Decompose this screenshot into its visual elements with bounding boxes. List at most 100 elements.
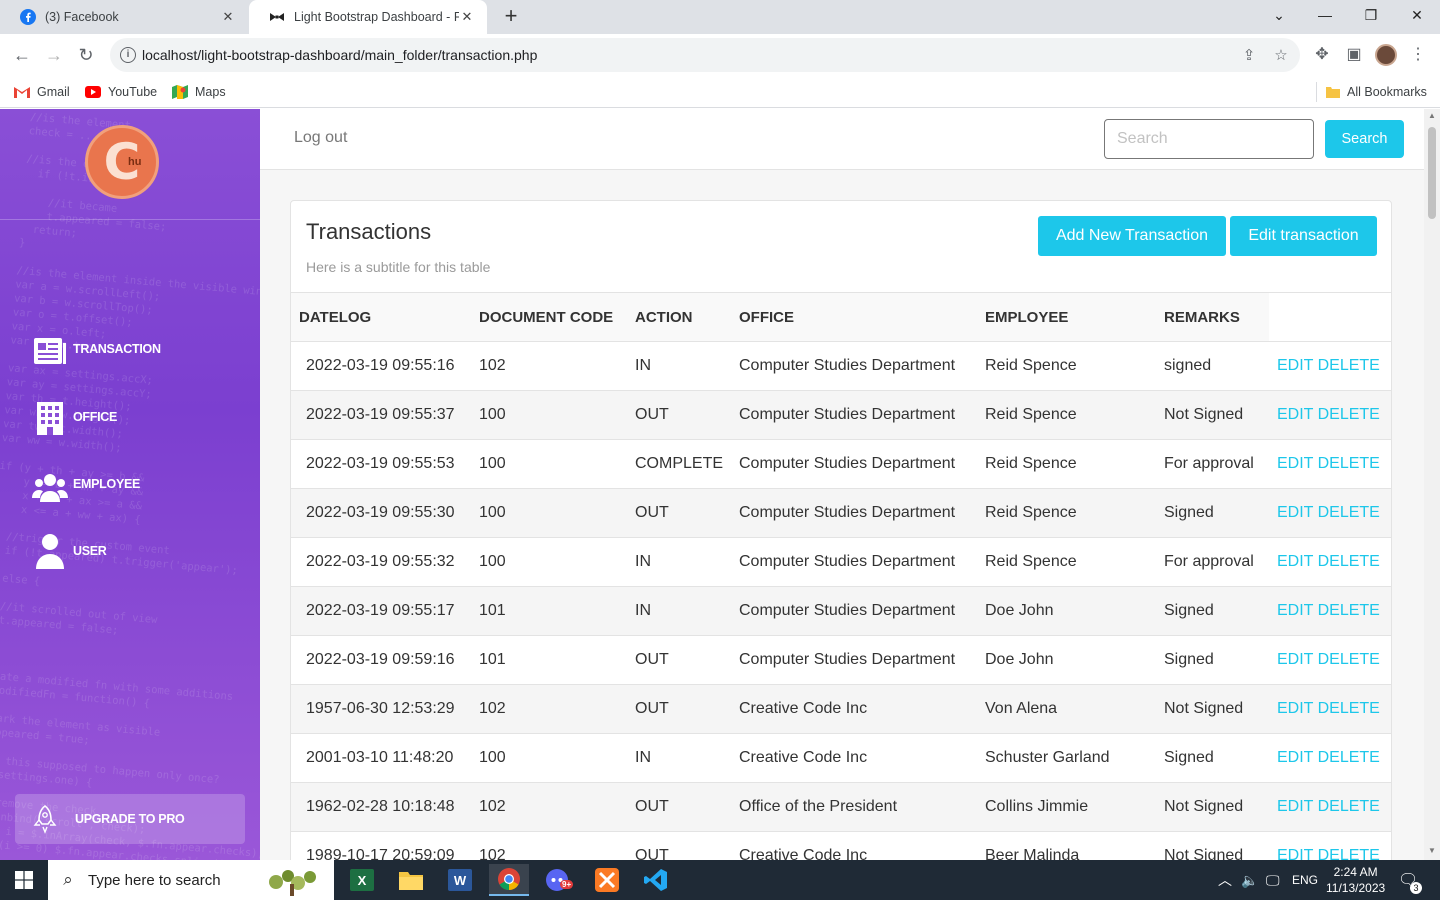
cell-employee: Reid Spence	[977, 439, 1156, 489]
discord-icon[interactable]: 9+	[538, 864, 578, 896]
bookmark-maps[interactable]: Maps	[172, 82, 226, 102]
search-button[interactable]: Search	[1325, 120, 1404, 158]
table-row: 2022-03-19 09:55:53 100 COMPLETE Computer S…	[291, 439, 1391, 489]
all-bookmarks[interactable]: All Bookmarks	[1326, 82, 1427, 102]
delete-link[interactable]: DELETE	[1318, 798, 1380, 815]
table-row: 1957-06-30 12:53:29 102 OUT Creative Code I…	[291, 684, 1391, 734]
edit-link[interactable]: EDIT	[1277, 553, 1313, 570]
back-icon[interactable]: ←	[8, 41, 36, 69]
cell-datelog: 2022-03-19 09:55:32	[291, 537, 471, 587]
edit-link[interactable]: EDIT	[1277, 651, 1313, 668]
add-new-transaction-button[interactable]: Add New Transaction	[1038, 216, 1226, 256]
edit-link[interactable]: EDIT	[1277, 504, 1313, 521]
delete-link[interactable]: DELETE	[1318, 406, 1380, 423]
cell-office: Office of the President	[731, 782, 977, 832]
edit-link[interactable]: EDIT	[1277, 455, 1313, 472]
brand-logo[interactable]: C hu	[85, 125, 159, 199]
search-highlight-image	[269, 870, 316, 896]
edit-link[interactable]: EDIT	[1277, 602, 1313, 619]
forward-icon[interactable]: →	[40, 41, 68, 69]
rocket-icon	[33, 804, 57, 834]
sidebar-item-office[interactable]: OFFICE	[32, 399, 117, 435]
edit-link[interactable]: EDIT	[1277, 798, 1313, 815]
table-row: 2022-03-19 09:55:32 100 IN Computer Studies…	[291, 537, 1391, 587]
chrome-icon[interactable]	[489, 864, 529, 896]
cell-employee: Reid Spence	[977, 390, 1156, 440]
network-icon[interactable]: 🖵	[1266, 860, 1280, 900]
side-panel-icon[interactable]: ▣	[1344, 45, 1364, 65]
delete-link[interactable]: DELETE	[1318, 651, 1380, 668]
extensions-icon[interactable]: ✥	[1312, 45, 1332, 65]
upgrade-to-pro-button[interactable]: UPGRADE TO PRO	[15, 794, 245, 844]
edit-link[interactable]: EDIT	[1277, 749, 1313, 766]
cell-action: IN	[627, 586, 731, 636]
sidebar-item-employee[interactable]: EMPLOYEE	[32, 466, 140, 502]
bookmark-star-icon[interactable]: ☆	[1272, 47, 1290, 65]
start-button[interactable]	[0, 860, 48, 900]
tab-search-chevron-icon[interactable]: ⌄	[1256, 0, 1302, 30]
cell-datelog: 2022-03-19 09:55:30	[291, 488, 471, 538]
minimize-icon[interactable]: —	[1302, 0, 1348, 30]
cell-actions: EDIT DELETE	[1269, 635, 1391, 685]
cell-action: OUT	[627, 782, 731, 832]
word-icon[interactable]: W	[440, 864, 480, 896]
delete-link[interactable]: DELETE	[1318, 602, 1380, 619]
restore-icon[interactable]: ❐	[1348, 0, 1394, 30]
reload-icon[interactable]: ↻	[72, 41, 100, 69]
page-scrollbar[interactable]: ▲ ▼	[1424, 109, 1440, 860]
tab-facebook[interactable]: (3) Facebook ✕	[0, 0, 248, 34]
cell-employee: Reid Spence	[977, 341, 1156, 391]
delete-link[interactable]: DELETE	[1318, 700, 1380, 717]
scrollbar-thumb[interactable]	[1428, 127, 1436, 219]
delete-link[interactable]: DELETE	[1318, 553, 1380, 570]
sidebar-item-user[interactable]: USER	[32, 533, 107, 569]
maps-icon	[172, 85, 188, 99]
clock[interactable]: 2:24 AM 11/13/2023	[1326, 860, 1385, 900]
delete-link[interactable]: DELETE	[1318, 749, 1380, 766]
sidebar-item-transaction[interactable]: TRANSACTION	[32, 331, 161, 367]
close-tab-icon[interactable]: ✕	[220, 9, 236, 25]
volume-icon[interactable]: 🔈	[1241, 860, 1258, 900]
cell-office: Creative Code Inc	[731, 831, 977, 860]
table-row: 1989-10-17 20:59:09 102 OUT Creative Code I…	[291, 831, 1391, 860]
cell-remarks: Signed	[1156, 635, 1269, 685]
close-tab-icon[interactable]: ✕	[459, 9, 475, 25]
excel-icon[interactable]: X	[342, 864, 382, 896]
site-info-icon[interactable]: i	[120, 47, 136, 63]
edit-transaction-button[interactable]: Edit transaction	[1230, 216, 1377, 256]
cell-office: Computer Studies Department	[731, 488, 977, 538]
logout-link[interactable]: Log out	[294, 129, 347, 147]
url-field[interactable]: i localhost/light-bootstrap-dashboard/ma…	[110, 38, 1300, 72]
taskbar-search-box[interactable]: ⌕ Type here to search	[48, 860, 334, 900]
edit-link[interactable]: EDIT	[1277, 700, 1313, 717]
tray-chevron-icon[interactable]: ︿	[1218, 860, 1232, 900]
delete-link[interactable]: DELETE	[1318, 504, 1380, 521]
bookmark-gmail[interactable]: Gmail	[14, 82, 70, 102]
edit-link[interactable]: EDIT	[1277, 847, 1313, 860]
xampp-icon[interactable]	[587, 864, 627, 896]
close-window-icon[interactable]: ✕	[1394, 0, 1440, 30]
scroll-up-icon[interactable]: ▲	[1427, 111, 1437, 120]
new-tab-icon[interactable]: +	[499, 5, 523, 29]
tab-dashboard[interactable]: Light Bootstrap Dashboard - Fre ✕	[249, 0, 487, 34]
cell-office: Creative Code Inc	[731, 733, 977, 783]
vscode-icon[interactable]	[636, 864, 676, 896]
delete-link[interactable]: DELETE	[1318, 455, 1380, 472]
profile-avatar[interactable]	[1375, 44, 1397, 66]
file-explorer-icon[interactable]	[391, 864, 431, 896]
menu-kebab-icon[interactable]: ⋮	[1408, 45, 1428, 65]
windows-logo-icon	[15, 871, 33, 889]
cell-employee: Reid Spence	[977, 488, 1156, 538]
cell-datelog: 2022-03-19 09:59:16	[291, 635, 471, 685]
edit-link[interactable]: EDIT	[1277, 406, 1313, 423]
search-input[interactable]	[1104, 119, 1314, 159]
share-icon[interactable]: ⇪	[1240, 47, 1258, 65]
scroll-down-icon[interactable]: ▼	[1427, 846, 1437, 855]
edit-link[interactable]: EDIT	[1277, 357, 1313, 374]
delete-link[interactable]: DELETE	[1318, 357, 1380, 374]
delete-link[interactable]: DELETE	[1318, 847, 1380, 860]
language-indicator[interactable]: ENG	[1292, 860, 1318, 900]
notification-center-icon[interactable]: 🗨 3	[1398, 860, 1422, 900]
bookmark-youtube[interactable]: YouTube	[85, 82, 157, 102]
cell-office: Computer Studies Department	[731, 586, 977, 636]
